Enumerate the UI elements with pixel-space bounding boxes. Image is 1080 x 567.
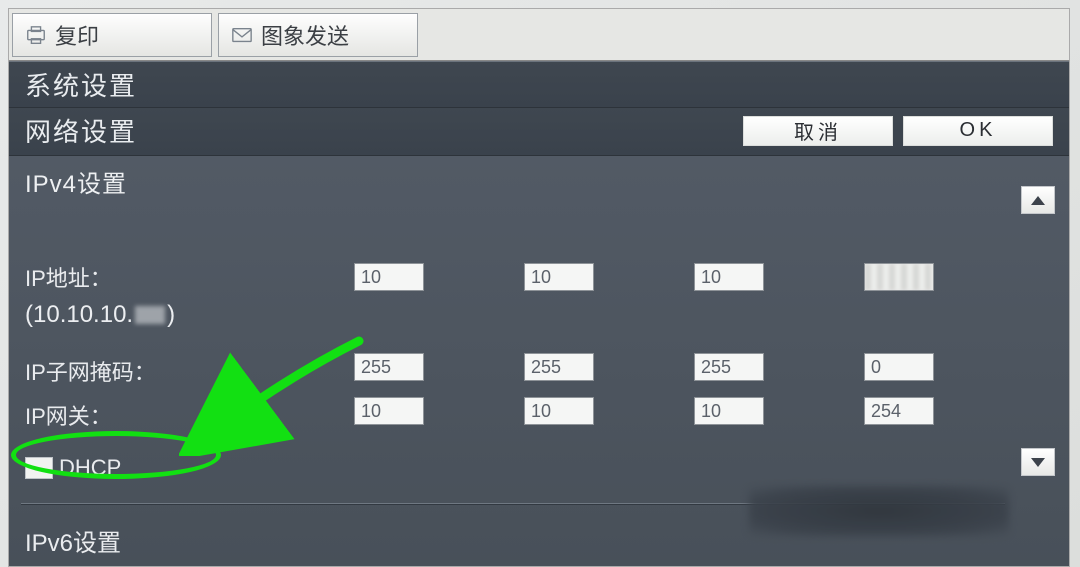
- dhcp-checkbox[interactable]: [25, 457, 53, 479]
- subnet-octet-3[interactable]: 255: [694, 353, 764, 381]
- ip-octet-3-value: 10: [701, 267, 721, 288]
- current-ip-suffix: ): [167, 301, 175, 329]
- network-settings-title: 网络设置: [25, 112, 137, 149]
- gateway-row: 10 10 10 254: [354, 397, 934, 425]
- gateway-label: IP网关：: [25, 399, 112, 431]
- current-ip-prefix: (10.10.10.: [25, 301, 133, 329]
- ip-address-label: IP地址：: [25, 261, 112, 293]
- scroll-up-button[interactable]: [1021, 186, 1055, 214]
- image-send-icon: [231, 25, 253, 45]
- chevron-up-icon: [1031, 196, 1045, 205]
- dialog-buttons: 取消 OK: [743, 116, 1053, 146]
- subnet-octet-1[interactable]: 255: [354, 353, 424, 381]
- current-ip-obscured: [135, 306, 165, 324]
- obscured-region: [749, 486, 1009, 536]
- subnet-row: 255 255 255 0: [354, 353, 934, 381]
- dhcp-label: DHCP: [59, 455, 121, 481]
- scroll-down-button[interactable]: [1021, 448, 1055, 476]
- gateway-octet-1[interactable]: 10: [354, 397, 424, 425]
- subnet-octet-2[interactable]: 255: [524, 353, 594, 381]
- ok-button-label: OK: [960, 119, 997, 142]
- dhcp-option[interactable]: DHCP: [25, 455, 121, 481]
- subnet-octet-4[interactable]: 0: [864, 353, 934, 381]
- cancel-button[interactable]: 取消: [743, 116, 893, 146]
- ipv6-section-title: IPv6设置: [25, 523, 121, 558]
- tab-copy-label: 复印: [55, 19, 99, 51]
- gateway-octet-4-value: 254: [871, 401, 901, 422]
- subnet-octet-1-value: 255: [361, 357, 391, 378]
- tab-bar: 复印 图象发送: [9, 9, 1069, 61]
- subnet-octet-3-value: 255: [701, 357, 731, 378]
- subnet-octet-4-value: 0: [871, 357, 881, 378]
- gateway-octet-3-value: 10: [701, 401, 721, 422]
- settings-body: IPv4设置 IP地址： (10.10.10. ) IP子网掩码： IP网关： …: [9, 156, 1069, 566]
- cancel-button-label: 取消: [794, 116, 842, 145]
- tab-copy[interactable]: 复印: [12, 13, 212, 57]
- gateway-octet-2[interactable]: 10: [524, 397, 594, 425]
- system-settings-bar: 系统设置: [9, 61, 1069, 108]
- system-settings-title: 系统设置: [25, 71, 137, 101]
- ip-octet-1[interactable]: 10: [354, 263, 424, 291]
- ip-address-row: 10 10 10: [354, 263, 934, 291]
- subnet-octet-2-value: 255: [531, 357, 561, 378]
- screen: 复印 图象发送 系统设置 网络设置 取消 OK IPv4设置: [0, 0, 1080, 567]
- ip-octet-2-value: 10: [531, 267, 551, 288]
- ipv4-section-title: IPv4设置: [9, 156, 1069, 205]
- copy-icon: [25, 25, 47, 45]
- gateway-octet-3[interactable]: 10: [694, 397, 764, 425]
- scrollbar: [1021, 186, 1055, 476]
- tab-image-send[interactable]: 图象发送: [218, 13, 418, 57]
- gateway-octet-4[interactable]: 254: [864, 397, 934, 425]
- gateway-octet-1-value: 10: [361, 401, 381, 422]
- ip-octet-4-obscured: [865, 264, 933, 290]
- gateway-octet-2-value: 10: [531, 401, 551, 422]
- current-ip: (10.10.10. ): [25, 301, 175, 329]
- panel: 复印 图象发送 系统设置 网络设置 取消 OK IPv4设置: [8, 8, 1070, 567]
- ip-octet-3[interactable]: 10: [694, 263, 764, 291]
- network-settings-bar: 网络设置 取消 OK: [9, 108, 1069, 156]
- tab-image-send-label: 图象发送: [261, 19, 349, 51]
- ok-button[interactable]: OK: [903, 116, 1053, 146]
- subnet-label: IP子网掩码：: [25, 355, 156, 387]
- chevron-down-icon: [1031, 458, 1045, 467]
- ip-octet-4[interactable]: [864, 263, 934, 291]
- ip-octet-1-value: 10: [361, 267, 381, 288]
- ip-octet-2[interactable]: 10: [524, 263, 594, 291]
- annotation-arrow-icon: [179, 336, 369, 456]
